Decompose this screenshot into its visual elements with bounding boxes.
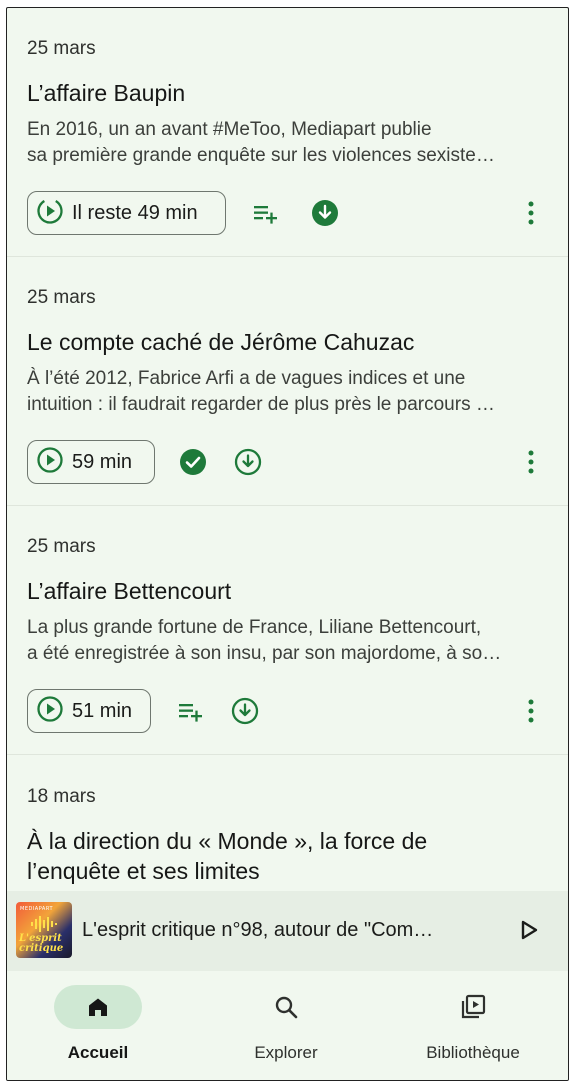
episode-date: 25 mars: [27, 38, 96, 59]
duration-label: 59 min: [72, 450, 133, 473]
episode-description: En 2016, un an avant #MeToo, Mediapart p…: [27, 117, 547, 169]
mini-player[interactable]: MEDIAPART L'esprit critique L'esprit cri…: [7, 891, 568, 971]
episode-controls: Il reste 49 min: [27, 191, 547, 235]
description-line: En 2016, un an avant #MeToo, Mediapart p…: [27, 119, 432, 140]
play-progress-icon: [36, 197, 64, 230]
more-options-icon[interactable]: [515, 197, 547, 229]
add-to-queue-icon[interactable]: [174, 695, 206, 727]
description-line: La plus grande fortune de France, Lilian…: [27, 617, 482, 638]
play-icon: [36, 695, 64, 728]
nav-home[interactable]: Accueil: [23, 985, 173, 1065]
description-line: a été enregistrée à son insu, par son ma…: [27, 643, 502, 664]
episode-date: 18 mars: [27, 786, 96, 807]
nav-label: Accueil: [67, 1043, 129, 1062]
more-options-icon[interactable]: [515, 446, 547, 478]
play-icon: [36, 446, 64, 479]
waveform-icon: [31, 916, 57, 932]
episode-title[interactable]: À la direction du « Monde », la force de…: [27, 826, 547, 886]
app-frame: 25 mars L’affaire Baupin En 2016, un an …: [6, 7, 569, 1081]
episode-card[interactable]: 25 mars L’affaire Bettencourt La plus gr…: [7, 506, 568, 755]
episode-controls: 51 min: [27, 689, 547, 733]
episode-description: La plus grande fortune de France, Lilian…: [27, 615, 547, 667]
description-line: À l’été 2012, Fabrice Arfi a de vagues i…: [27, 368, 466, 389]
title-line: À la direction du « Monde », la force de: [27, 828, 428, 854]
nav-explore[interactable]: Explorer: [211, 985, 361, 1065]
duration-label: 51 min: [72, 699, 133, 722]
episode-title[interactable]: L’affaire Baupin: [27, 80, 185, 107]
nav-label: Bibliothèque: [426, 1043, 520, 1062]
download-icon[interactable]: [229, 695, 261, 727]
episode-date: 25 mars: [27, 536, 96, 557]
now-playing-title[interactable]: L'esprit critique n°98, autour de "Com…: [82, 919, 482, 942]
podcast-cover-image: MEDIAPART L'esprit critique: [16, 902, 72, 958]
description-line: intuition : il faudrait regarder de plus…: [27, 394, 495, 415]
episode-description: À l’été 2012, Fabrice Arfi a de vagues i…: [27, 366, 547, 418]
episode-card[interactable]: 25 mars Le compte caché de Jérôme Cahuza…: [7, 257, 568, 506]
play-button[interactable]: 59 min: [27, 440, 155, 484]
title-line: l’enquête et ses limites: [27, 858, 260, 884]
add-to-queue-icon[interactable]: [249, 197, 281, 229]
episode-controls: 59 min: [27, 440, 547, 484]
home-icon: [54, 985, 142, 1029]
downloaded-icon[interactable]: [309, 197, 341, 229]
episode-title[interactable]: Le compte caché de Jérôme Cahuzac: [27, 329, 414, 356]
description-line: sa première grande enquête sur les viole…: [27, 145, 495, 166]
episode-title[interactable]: L’affaire Bettencourt: [27, 578, 231, 605]
search-icon: [242, 985, 330, 1029]
cover-brand: MEDIAPART: [20, 906, 53, 912]
play-button[interactable]: 51 min: [27, 689, 151, 733]
download-icon[interactable]: [232, 446, 264, 478]
cover-title: L'esprit critique: [19, 933, 64, 954]
resume-button[interactable]: Il reste 49 min: [27, 191, 226, 235]
nav-label: Explorer: [254, 1043, 318, 1062]
played-check-icon[interactable]: [177, 446, 209, 478]
duration-label: Il reste 49 min: [72, 201, 198, 224]
library-icon: [429, 985, 517, 1029]
bottom-navigation: Accueil Explorer Bibliothèque: [7, 971, 568, 1080]
more-options-icon[interactable]: [515, 695, 547, 727]
episode-date: 25 mars: [27, 287, 96, 308]
nav-library[interactable]: Bibliothèque: [398, 985, 548, 1065]
episode-card[interactable]: 25 mars L’affaire Baupin En 2016, un an …: [7, 8, 568, 257]
play-icon[interactable]: [516, 917, 542, 943]
